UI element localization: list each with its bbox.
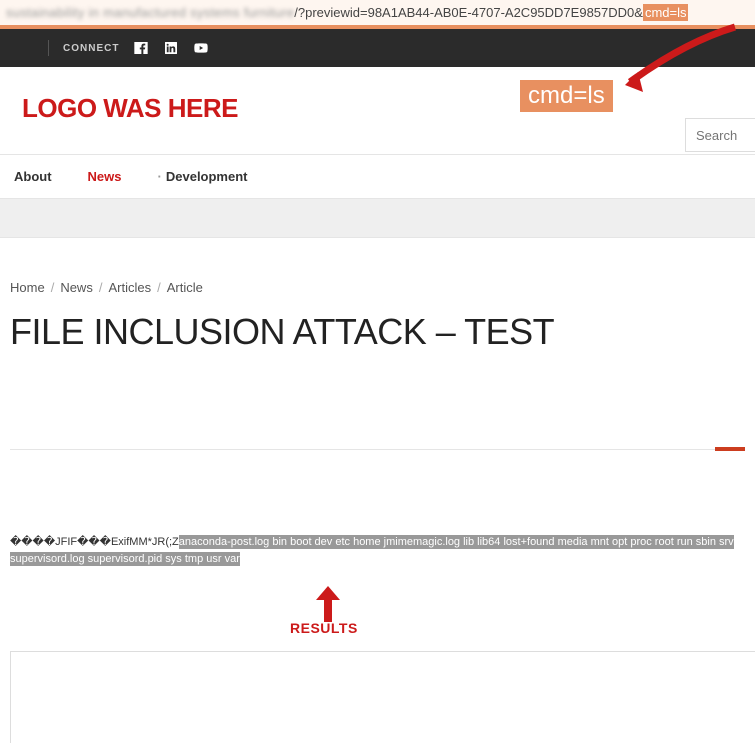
- url-blurred: sustainability in manufactured systems f…: [6, 5, 294, 20]
- annotation-arrow-results: [316, 586, 340, 622]
- breadcrumb-home[interactable]: Home: [10, 280, 45, 295]
- linkedin-icon[interactable]: [163, 40, 179, 56]
- breadcrumb-sep: /: [51, 280, 55, 295]
- search-input[interactable]: [685, 118, 755, 152]
- divider-accent: [715, 447, 745, 451]
- bottom-content-frame: [10, 651, 755, 743]
- main-nav: About News Development: [0, 155, 755, 198]
- divider: [48, 40, 49, 56]
- url-visible: /?previewid=98A1AB44-AB0E-4707-A2C95DD7E…: [294, 5, 643, 20]
- breadcrumb-current: Article: [167, 280, 203, 295]
- breadcrumb-news[interactable]: News: [60, 280, 93, 295]
- breadcrumb: Home / News / Articles / Article: [10, 280, 745, 295]
- breadcrumb-sep: /: [99, 280, 103, 295]
- url-highlight: cmd=ls: [643, 4, 689, 21]
- cmd-annotation-badge: cmd=ls: [520, 80, 613, 112]
- command-output: ����JFIF���ExifMM*JR(;Zanaconda-post.log…: [10, 534, 745, 568]
- youtube-icon[interactable]: [193, 40, 209, 56]
- output-prefix: ����JFIF���ExifMM*JR(;Z: [10, 536, 179, 548]
- facebook-icon[interactable]: [133, 40, 149, 56]
- results-annotation-label: RESULTS: [290, 620, 358, 636]
- nav-development[interactable]: Development: [158, 169, 248, 184]
- annotation-arrow-top: [625, 22, 755, 92]
- breadcrumb-sep: /: [157, 280, 161, 295]
- logo-text: LOGO WAS HERE: [22, 93, 733, 124]
- subheader-strip: [0, 198, 755, 238]
- breadcrumb-articles[interactable]: Articles: [108, 280, 151, 295]
- content-area: Home / News / Articles / Article FILE IN…: [0, 238, 755, 568]
- nav-about[interactable]: About: [14, 169, 52, 184]
- nav-news[interactable]: News: [88, 169, 122, 184]
- page-title: FILE INCLUSION ATTACK – TEST: [10, 311, 745, 353]
- section-divider: [10, 449, 745, 450]
- connect-label: CONNECT: [63, 43, 119, 54]
